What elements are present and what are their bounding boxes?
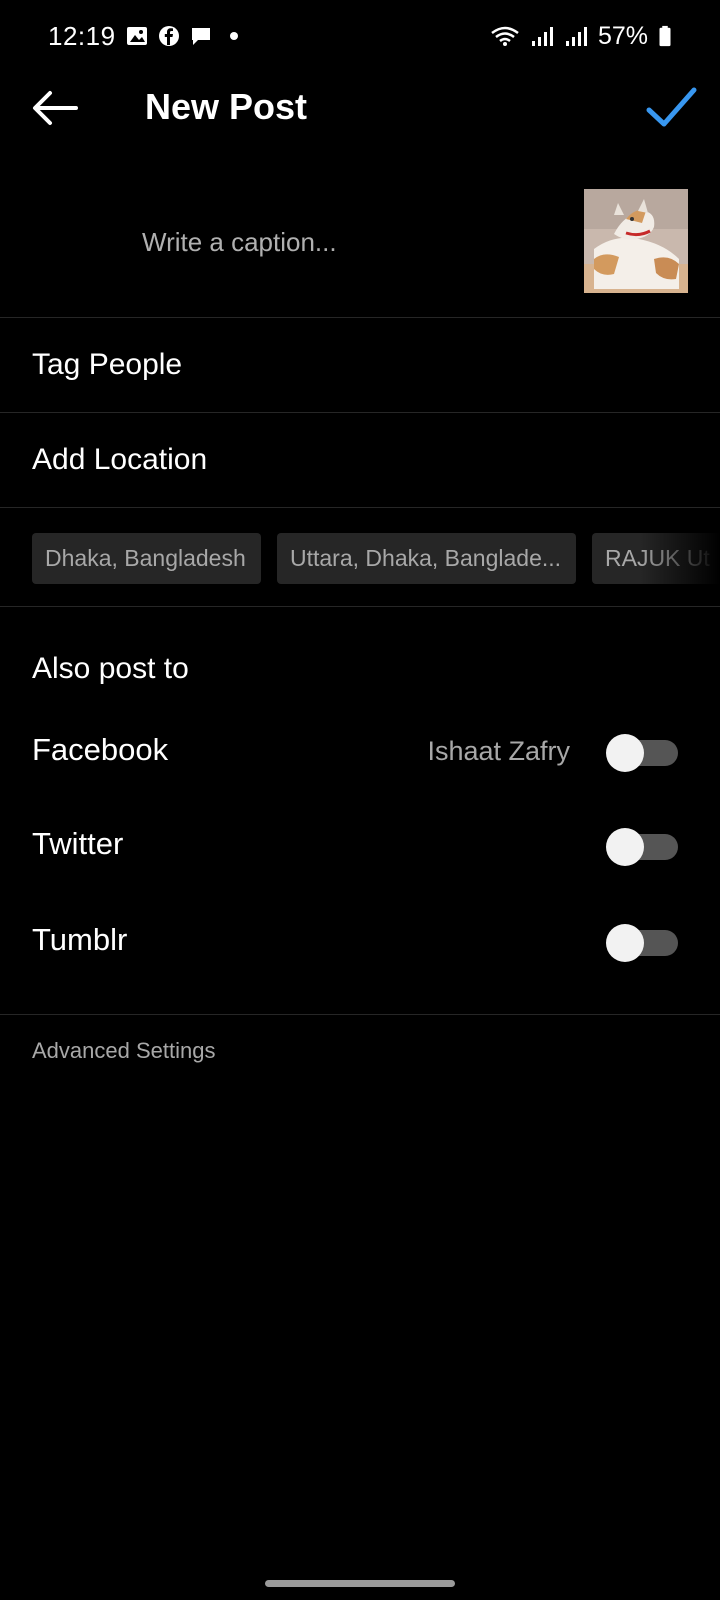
status-bar: 12:19 57% bbox=[0, 0, 720, 72]
new-post-screen: 12:19 57% New Post Write a caption... Ta… bbox=[0, 0, 720, 1600]
message-notification-icon bbox=[191, 28, 210, 45]
twitter-share-row: Twitter bbox=[0, 812, 720, 882]
tumblr-share-row: Tumblr bbox=[0, 908, 720, 978]
location-chip[interactable]: Dhaka, Bangladesh bbox=[32, 533, 261, 584]
toggle-knob bbox=[606, 828, 644, 866]
add-location-label: Add Location bbox=[32, 443, 208, 476]
battery-percentage: 57% bbox=[597, 21, 648, 50]
page-title: New Post bbox=[145, 86, 308, 127]
tumblr-label: Tumblr bbox=[32, 922, 128, 957]
cat-photo-image bbox=[584, 189, 688, 293]
caption-row bbox=[0, 170, 720, 318]
twitter-label: Twitter bbox=[32, 826, 124, 861]
section-divider bbox=[0, 1014, 720, 1015]
signal-1-icon bbox=[531, 27, 553, 46]
tag-people-row[interactable]: Tag People bbox=[0, 318, 720, 413]
facebook-label: Facebook bbox=[32, 732, 169, 767]
caption-input[interactable] bbox=[142, 222, 542, 262]
status-right: 57% bbox=[490, 22, 672, 51]
signal-2-icon bbox=[565, 27, 587, 46]
more-notifications-dot bbox=[229, 32, 238, 40]
also-post-to-title: Also post to bbox=[32, 652, 189, 685]
back-arrow-icon[interactable] bbox=[30, 86, 80, 130]
toggle-knob bbox=[606, 924, 644, 962]
home-indicator[interactable] bbox=[265, 1580, 455, 1587]
location-suggestions: Dhaka, Bangladesh Uttara, Dhaka, Banglad… bbox=[0, 510, 720, 607]
facebook-notification-icon bbox=[158, 26, 179, 46]
advanced-settings-link[interactable]: Advanced Settings bbox=[32, 1038, 215, 1064]
tag-people-label: Tag People bbox=[32, 348, 183, 381]
post-thumbnail[interactable] bbox=[584, 189, 688, 293]
battery-icon bbox=[659, 25, 671, 47]
facebook-account-name: Ishaat Zafry bbox=[427, 736, 570, 766]
share-checkmark-icon[interactable] bbox=[644, 84, 698, 132]
header: New Post bbox=[0, 72, 720, 146]
facebook-toggle[interactable] bbox=[606, 734, 678, 772]
location-chip[interactable]: RAJUK Ut bbox=[592, 533, 720, 584]
gallery-notification-icon bbox=[126, 27, 147, 45]
tumblr-toggle[interactable] bbox=[606, 924, 678, 962]
status-time: 12:19 bbox=[48, 20, 116, 51]
toggle-knob bbox=[606, 734, 644, 772]
facebook-share-row: Facebook Ishaat Zafry bbox=[0, 718, 720, 788]
twitter-toggle[interactable] bbox=[606, 828, 678, 866]
add-location-row[interactable]: Add Location bbox=[0, 413, 720, 508]
location-chip[interactable]: Uttara, Dhaka, Banglade... bbox=[277, 533, 576, 584]
status-left: 12:19 bbox=[48, 21, 238, 52]
wifi-icon bbox=[491, 26, 519, 46]
